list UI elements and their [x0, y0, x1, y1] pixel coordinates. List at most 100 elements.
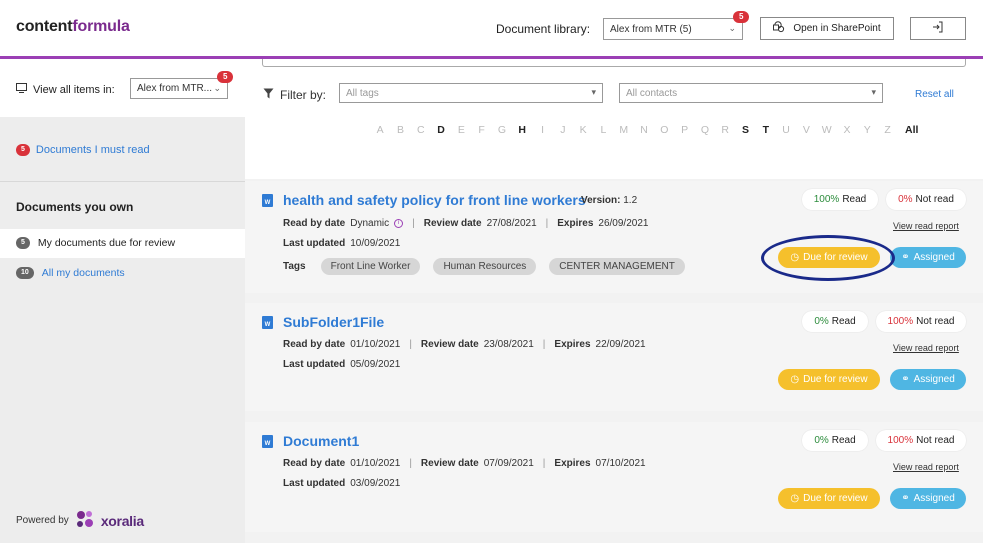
- users-icon: ⚭: [901, 374, 910, 385]
- expires-value: 22/09/2021: [595, 339, 646, 350]
- alphabet-letter[interactable]: H: [512, 124, 532, 136]
- alphabet-letter[interactable]: M: [614, 124, 634, 136]
- assigned-label: Assigned: [913, 493, 955, 504]
- alphabet-letter[interactable]: U: [776, 124, 796, 136]
- alphabet-letter[interactable]: E: [451, 124, 471, 136]
- word-document-icon: W: [262, 316, 273, 329]
- alphabet-letter[interactable]: Q: [695, 124, 715, 136]
- contentformula-logo[interactable]: contentformula: [16, 18, 130, 36]
- due-review-label: My documents due for review: [37, 237, 176, 249]
- alphabet-letter[interactable]: L: [593, 124, 613, 136]
- read-label: Read: [842, 194, 867, 205]
- document-card: W Document1 Read by date 01/10/2021 | Re…: [245, 422, 983, 532]
- view-read-report-link[interactable]: View read report: [893, 462, 959, 472]
- document-title[interactable]: health and safety policy for front line …: [283, 192, 586, 208]
- view-all-items-row: View all items in:: [16, 83, 115, 96]
- alphabet-letter[interactable]: B: [390, 124, 410, 136]
- alphabet-letter[interactable]: W: [817, 124, 837, 136]
- main-content: Filter by: All tags ▾ All contacts ▾ Res…: [245, 59, 983, 543]
- expires-value: 07/10/2021: [595, 458, 646, 469]
- tag-chip[interactable]: CENTER MANAGEMENT: [549, 258, 685, 275]
- pipe-separator: |: [412, 218, 415, 229]
- reset-all-link[interactable]: Reset all: [915, 89, 954, 100]
- alphabet-letter[interactable]: G: [492, 124, 512, 136]
- alphabet-letter[interactable]: Y: [857, 124, 877, 136]
- word-document-icon: W: [262, 435, 273, 448]
- view-all-label: View all items in:: [33, 83, 115, 96]
- sidebar-item-must-read[interactable]: 5 Documents I must read: [16, 144, 150, 156]
- open-in-sharepoint-button[interactable]: Open in SharePoint: [760, 17, 894, 40]
- last-updated-label: Last updated: [283, 238, 346, 249]
- view-all-items-select[interactable]: Alex from MTR... ⌄: [130, 78, 228, 99]
- pipe-separator: |: [545, 218, 549, 229]
- review-date-value: 27/08/2021: [486, 218, 537, 229]
- document-card: W SubFolder1File Read by date 01/10/2021…: [245, 303, 983, 411]
- document-title[interactable]: Document1: [283, 433, 359, 449]
- filter-bar: Filter by: All tags ▾ All contacts ▾ Res…: [245, 59, 983, 179]
- alphabet-letter[interactable]: P: [674, 124, 694, 136]
- alphabet-letter[interactable]: R: [715, 124, 735, 136]
- alphabet-letter[interactable]: A: [370, 124, 390, 136]
- view-all-value: Alex from MTR...: [137, 83, 213, 94]
- sidebar-item-all-documents[interactable]: 10 All my documents: [16, 267, 125, 279]
- filter-by-label: Filter by:: [280, 88, 327, 102]
- contacts-filter-select[interactable]: All contacts ▾: [619, 83, 883, 103]
- alphabet-letter[interactable]: J: [553, 124, 573, 136]
- read-percentage: 0% Read: [802, 311, 868, 332]
- sidebar-item-due-for-review[interactable]: 5 My documents due for review: [16, 237, 175, 249]
- assigned-button[interactable]: ⚭ Assigned: [890, 488, 966, 509]
- due-review-count: 5: [16, 237, 30, 249]
- tag-chip[interactable]: Front Line Worker: [320, 258, 421, 275]
- last-updated-value: 05/09/2021: [350, 359, 401, 370]
- document-last-updated: Last updated 03/09/2021: [283, 478, 400, 489]
- not-read-percent-value: 100%: [887, 435, 914, 446]
- view-icon: [16, 83, 27, 96]
- alphabet-letter[interactable]: O: [654, 124, 674, 136]
- read-by-label: Read by date: [283, 339, 346, 350]
- not-read-label: Not read: [916, 435, 955, 446]
- top-bar: contentformula Document library: Alex fr…: [0, 0, 983, 57]
- alphabet-letter[interactable]: T: [756, 124, 776, 136]
- sharepoint-icon: [773, 21, 785, 36]
- read-percent-value: 0%: [814, 316, 829, 327]
- alphabet-letter[interactable]: All: [898, 124, 926, 136]
- must-read-label: Documents I must read: [35, 144, 150, 156]
- alphabet-letter[interactable]: I: [532, 124, 552, 136]
- alphabet-letter[interactable]: C: [411, 124, 431, 136]
- last-updated-label: Last updated: [283, 478, 346, 489]
- tag-chip[interactable]: Human Resources: [433, 258, 537, 275]
- review-date-value: 23/08/2021: [483, 339, 534, 350]
- alphabet-letter[interactable]: F: [471, 124, 491, 136]
- search-box-edge[interactable]: [262, 59, 966, 67]
- alphabet-letter[interactable]: K: [573, 124, 593, 136]
- filter-icon: [263, 88, 274, 102]
- documents-you-own-heading: Documents you own: [16, 200, 134, 214]
- expires-value: 26/09/2021: [598, 218, 649, 229]
- alphabet-letter[interactable]: S: [735, 124, 755, 136]
- sidebar-divider: [0, 181, 245, 182]
- read-by-value: 01/10/2021: [350, 339, 401, 350]
- alphabet-letter[interactable]: V: [796, 124, 816, 136]
- alphabet-letter[interactable]: Z: [877, 124, 897, 136]
- document-title[interactable]: SubFolder1File: [283, 314, 384, 330]
- view-read-report-link[interactable]: View read report: [893, 343, 959, 353]
- due-for-review-button[interactable]: ◷ Due for review: [778, 369, 880, 390]
- document-library-select[interactable]: Alex from MTR (5) ⌄: [603, 18, 743, 40]
- alphabet-letter[interactable]: N: [634, 124, 654, 136]
- assigned-button[interactable]: ⚭ Assigned: [890, 247, 966, 268]
- tags-filter-select[interactable]: All tags ▾: [339, 83, 603, 103]
- word-document-icon: W: [262, 194, 273, 207]
- read-by-label: Read by date: [283, 218, 346, 229]
- chevron-down-icon: ⌄: [213, 82, 221, 93]
- due-for-review-button[interactable]: ◷ Due for review: [778, 488, 880, 509]
- assigned-button[interactable]: ⚭ Assigned: [890, 369, 966, 390]
- view-read-report-link[interactable]: View read report: [893, 221, 959, 231]
- review-date-label: Review date: [420, 339, 479, 350]
- alphabet-letter[interactable]: D: [431, 124, 451, 136]
- info-icon[interactable]: i: [394, 219, 404, 228]
- not-read-percent-value: 100%: [887, 316, 914, 327]
- exit-button[interactable]: [910, 17, 966, 40]
- not-read-percentage: 0% Not read: [886, 189, 966, 210]
- alphabet-letter[interactable]: X: [837, 124, 857, 136]
- document-card: W health and safety policy for front lin…: [245, 181, 983, 293]
